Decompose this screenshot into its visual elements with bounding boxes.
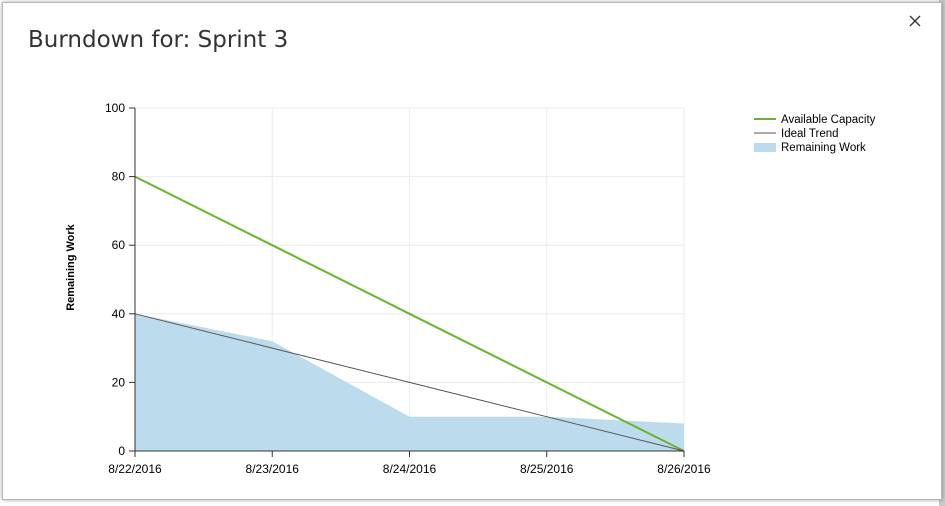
x-tick-label: 8/23/2016 [246,462,300,476]
y-tick-label: 40 [112,307,126,321]
x-tick-label: 8/26/2016 [657,462,711,476]
legend-label-ideal-trend: Ideal Trend [781,128,839,140]
burndown-dialog: Burndown for: Sprint 3 0 20 40 60 80 100 8/22/… [2,2,942,500]
x-tick-label: 8/25/2016 [520,462,574,476]
legend-label-available-capacity: Available Capacity [781,114,876,126]
y-tick-label: 80 [112,170,126,184]
burndown-chart: 0 20 40 60 80 100 8/22/2016 8/23/2016 8/24/2016 8… [65,101,876,476]
y-axis-label: Remaining Work [65,223,77,310]
legend-swatch-remaining-work [754,143,776,152]
y-tick-label: 100 [105,101,125,115]
y-tick-label: 20 [112,375,126,389]
x-tick-label: 8/24/2016 [383,462,437,476]
legend-label-remaining-work: Remaining Work [781,142,866,154]
y-tick-label: 0 [118,444,125,458]
chart-legend: Available Capacity Ideal Trend Remaining W… [754,114,876,154]
y-tick-label: 60 [112,238,126,252]
x-tick-label: 8/22/2016 [108,462,162,476]
